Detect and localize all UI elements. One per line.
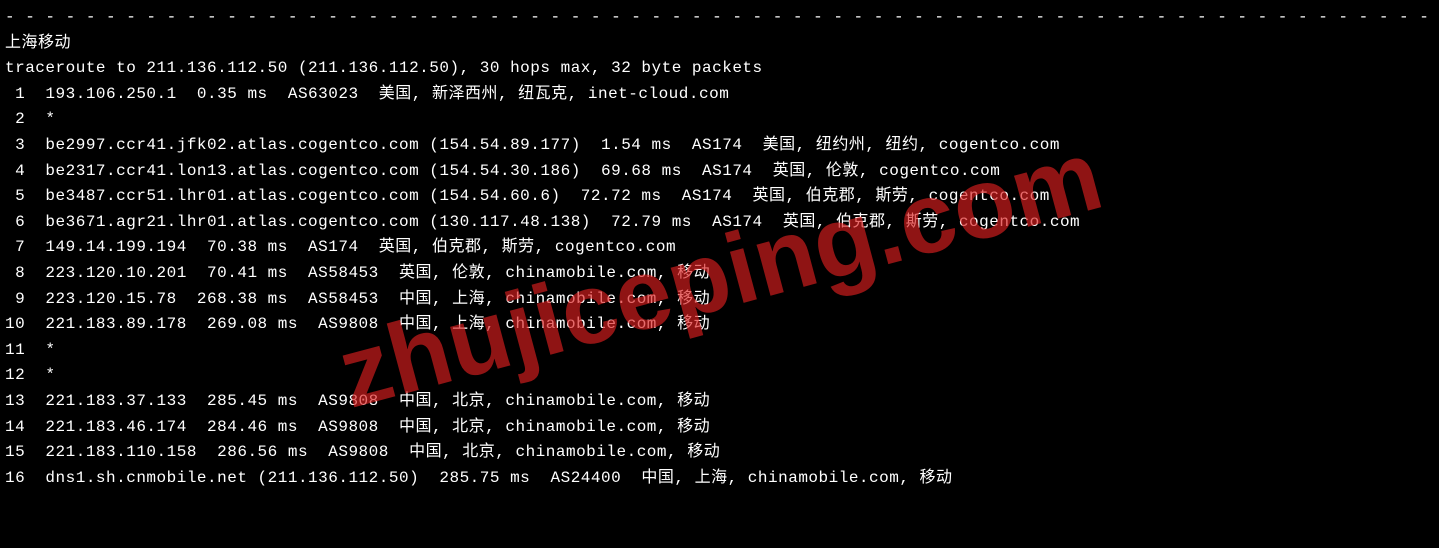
hop-number: 13 bbox=[5, 392, 25, 410]
hop-number: 7 bbox=[5, 238, 25, 256]
hops-list: 1 193.106.250.1 0.35 ms AS63023 美国, 新泽西州… bbox=[5, 82, 1434, 492]
hop-line: 2 * bbox=[5, 107, 1434, 133]
hop-number: 14 bbox=[5, 418, 25, 436]
hop-line: 9 223.120.15.78 268.38 ms AS58453 中国, 上海… bbox=[5, 287, 1434, 313]
hop-details: 223.120.15.78 268.38 ms AS58453 中国, 上海, … bbox=[25, 290, 710, 308]
hop-line: 3 be2997.ccr41.jfk02.atlas.cogentco.com … bbox=[5, 133, 1434, 159]
hop-number: 15 bbox=[5, 443, 25, 461]
hop-line: 4 be2317.ccr41.lon13.atlas.cogentco.com … bbox=[5, 159, 1434, 185]
hop-line: 14 221.183.46.174 284.46 ms AS9808 中国, 北… bbox=[5, 415, 1434, 441]
hop-line: 12 * bbox=[5, 363, 1434, 389]
hop-number: 3 bbox=[5, 136, 25, 154]
hop-details: be2997.ccr41.jfk02.atlas.cogentco.com (1… bbox=[25, 136, 1060, 154]
hop-number: 5 bbox=[5, 187, 25, 205]
hop-details: 221.183.46.174 284.46 ms AS9808 中国, 北京, … bbox=[25, 418, 710, 436]
hop-number: 4 bbox=[5, 162, 25, 180]
hop-details: 221.183.37.133 285.45 ms AS9808 中国, 北京, … bbox=[25, 392, 710, 410]
hop-details: * bbox=[25, 110, 55, 128]
hop-details: be3671.agr21.lhr01.atlas.cogentco.com (1… bbox=[25, 213, 1080, 231]
divider-line: - - - - - - - - - - - - - - - - - - - - … bbox=[5, 5, 1434, 31]
traceroute-header: traceroute to 211.136.112.50 (211.136.11… bbox=[5, 56, 1434, 82]
hop-line: 16 dns1.sh.cnmobile.net (211.136.112.50)… bbox=[5, 466, 1434, 492]
hop-line: 5 be3487.ccr51.lhr01.atlas.cogentco.com … bbox=[5, 184, 1434, 210]
hop-number: 12 bbox=[5, 366, 25, 384]
hop-details: * bbox=[25, 341, 55, 359]
hop-details: 221.183.110.158 286.56 ms AS9808 中国, 北京,… bbox=[25, 443, 720, 461]
hop-line: 6 be3671.agr21.lhr01.atlas.cogentco.com … bbox=[5, 210, 1434, 236]
hop-number: 8 bbox=[5, 264, 25, 282]
hop-details: 223.120.10.201 70.41 ms AS58453 英国, 伦敦, … bbox=[25, 264, 710, 282]
hop-line: 15 221.183.110.158 286.56 ms AS9808 中国, … bbox=[5, 440, 1434, 466]
hop-details: 221.183.89.178 269.08 ms AS9808 中国, 上海, … bbox=[25, 315, 710, 333]
hop-line: 10 221.183.89.178 269.08 ms AS9808 中国, 上… bbox=[5, 312, 1434, 338]
hop-details: 193.106.250.1 0.35 ms AS63023 美国, 新泽西州, … bbox=[25, 85, 729, 103]
hop-number: 1 bbox=[5, 85, 25, 103]
hop-number: 16 bbox=[5, 469, 25, 487]
hop-line: 7 149.14.199.194 70.38 ms AS174 英国, 伯克郡,… bbox=[5, 235, 1434, 261]
hop-details: dns1.sh.cnmobile.net (211.136.112.50) 28… bbox=[25, 469, 952, 487]
hop-number: 2 bbox=[5, 110, 25, 128]
hop-details: be3487.ccr51.lhr01.atlas.cogentco.com (1… bbox=[25, 187, 1050, 205]
hop-number: 6 bbox=[5, 213, 25, 231]
hop-details: * bbox=[25, 366, 55, 384]
header-title: 上海移动 bbox=[5, 31, 1434, 57]
hop-details: 149.14.199.194 70.38 ms AS174 英国, 伯克郡, 斯… bbox=[25, 238, 676, 256]
hop-number: 10 bbox=[5, 315, 25, 333]
hop-line: 13 221.183.37.133 285.45 ms AS9808 中国, 北… bbox=[5, 389, 1434, 415]
hop-details: be2317.ccr41.lon13.atlas.cogentco.com (1… bbox=[25, 162, 1000, 180]
hop-line: 8 223.120.10.201 70.41 ms AS58453 英国, 伦敦… bbox=[5, 261, 1434, 287]
hop-line: 11 * bbox=[5, 338, 1434, 364]
hop-number: 11 bbox=[5, 341, 25, 359]
hop-number: 9 bbox=[5, 290, 25, 308]
hop-line: 1 193.106.250.1 0.35 ms AS63023 美国, 新泽西州… bbox=[5, 82, 1434, 108]
